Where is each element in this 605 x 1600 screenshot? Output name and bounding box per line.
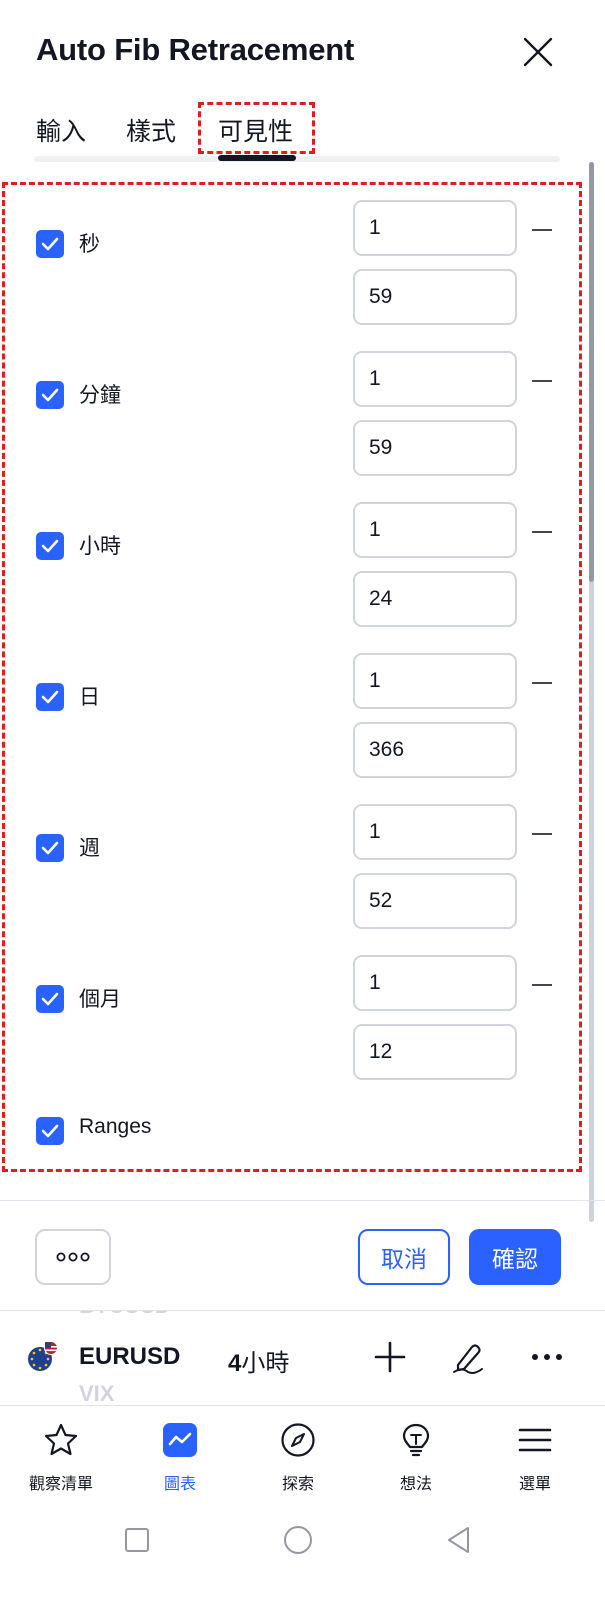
weeks-checkbox[interactable]: [36, 834, 64, 862]
nav-menu[interactable]: 選單: [485, 1414, 585, 1494]
dialog-header: Auto Fib Retracement: [0, 0, 605, 110]
tab-style[interactable]: 樣式: [126, 112, 176, 148]
ellipsis-icon: [56, 1252, 90, 1262]
nav-explore-label: 探索: [281, 1474, 314, 1493]
close-icon: [523, 37, 553, 67]
symbol-name[interactable]: EURUSD: [79, 1343, 180, 1371]
days-checkbox[interactable]: [36, 683, 64, 711]
seconds-checkbox[interactable]: [36, 230, 64, 258]
dialog-title: Auto Fib Retracement: [36, 32, 355, 67]
visibility-row-hours: 小時 1 24: [0, 502, 605, 632]
tab-track: [34, 156, 560, 162]
tab-inputs[interactable]: 輸入: [36, 112, 86, 148]
interval-number: 4: [228, 1350, 242, 1377]
days-to-input[interactable]: 366: [353, 722, 517, 778]
check-icon: [41, 237, 59, 251]
eu-us-flag-icon: [28, 1341, 58, 1371]
hours-label: 小時: [79, 534, 121, 558]
close-button[interactable]: [522, 36, 554, 68]
range-dash: [532, 682, 552, 684]
check-icon: [41, 539, 59, 553]
nav-watchlist[interactable]: 觀察清單: [11, 1414, 111, 1494]
ranges-label: Ranges: [79, 1115, 152, 1138]
ranges-checkbox[interactable]: [36, 1117, 64, 1145]
hours-to-input[interactable]: 24: [353, 571, 517, 627]
back-icon[interactable]: [443, 1524, 475, 1556]
chart-icon: [163, 1423, 197, 1457]
days-from-input[interactable]: 1: [353, 653, 517, 709]
check-icon: [41, 841, 59, 855]
check-icon: [41, 1124, 59, 1138]
interval-unit: 小時: [241, 1349, 290, 1377]
nav-chart-label: 圖表: [163, 1474, 196, 1493]
hamburger-menu-icon: [518, 1428, 552, 1452]
minutes-label: 分鐘: [79, 383, 121, 407]
months-label: 個月: [79, 987, 121, 1011]
range-dash: [532, 833, 552, 835]
nav-ideas-label: 想法: [399, 1474, 432, 1493]
more-horizontal-icon[interactable]: [529, 1339, 565, 1375]
check-icon: [41, 690, 59, 704]
nav-ideas[interactable]: 想法: [366, 1414, 466, 1494]
system-navigation-bar: [0, 1500, 605, 1600]
confirm-button[interactable]: 確認: [469, 1229, 561, 1285]
weeks-label: 週: [79, 836, 100, 860]
range-dash: [532, 380, 552, 382]
footer-divider: [0, 1200, 605, 1201]
home-icon[interactable]: [282, 1524, 314, 1556]
prev-symbol: BTCUSD: [79, 1311, 171, 1319]
visibility-row-minutes: 分鐘 1 59: [0, 351, 605, 481]
bottom-navigation: 觀察清單 圖表 探索 想法 選單: [0, 1405, 605, 1500]
hours-from-input[interactable]: 1: [353, 502, 517, 558]
hours-checkbox[interactable]: [36, 532, 64, 560]
check-icon: [41, 388, 59, 402]
months-checkbox[interactable]: [36, 985, 64, 1013]
months-to-input[interactable]: 12: [353, 1024, 517, 1080]
more-options-button[interactable]: [35, 1229, 111, 1285]
nav-menu-label: 選單: [518, 1474, 551, 1493]
add-plus-icon[interactable]: [372, 1339, 408, 1375]
days-label: 日: [79, 685, 100, 709]
visibility-row-seconds: 秒 1 59: [0, 200, 605, 330]
interval-selector[interactable]: 4小時: [228, 1343, 289, 1378]
range-dash: [532, 229, 552, 231]
check-icon: [41, 992, 59, 1006]
minutes-to-input[interactable]: 59: [353, 420, 517, 476]
visibility-row-months: 個月 1 12: [0, 955, 605, 1085]
tab-bar: 輸入 樣式 可見性: [34, 102, 560, 164]
months-from-input[interactable]: 1: [353, 955, 517, 1011]
weeks-from-input[interactable]: 1: [353, 804, 517, 860]
range-dash: [532, 984, 552, 986]
seconds-label: 秒: [79, 232, 100, 256]
next-symbol: VIX: [79, 1381, 115, 1405]
recent-apps-icon[interactable]: [121, 1524, 153, 1556]
tab-annotation-box: [198, 102, 315, 154]
nav-chart[interactable]: 圖表: [130, 1414, 230, 1494]
visibility-row-weeks: 週 1 52: [0, 804, 605, 934]
drawing-pen-icon[interactable]: [450, 1339, 486, 1375]
star-icon: [44, 1423, 78, 1456]
nav-watchlist-label: 觀察清單: [28, 1474, 93, 1493]
minutes-checkbox[interactable]: [36, 381, 64, 409]
range-dash: [532, 531, 552, 533]
active-tab-indicator: [218, 155, 296, 161]
minutes-from-input[interactable]: 1: [353, 351, 517, 407]
nav-explore[interactable]: 探索: [248, 1414, 348, 1494]
weeks-to-input[interactable]: 52: [353, 873, 517, 929]
cancel-button[interactable]: 取消: [358, 1229, 450, 1285]
visibility-row-days: 日 1 366: [0, 653, 605, 783]
seconds-to-input[interactable]: 59: [353, 269, 517, 325]
seconds-from-input[interactable]: 1: [353, 200, 517, 256]
visibility-row-ranges: Ranges: [0, 1087, 605, 1147]
compass-icon: [281, 1423, 315, 1457]
symbol-toolbar: BTCUSD VIX EURUSD 4小時: [0, 1310, 605, 1405]
lightbulb-icon: [402, 1423, 430, 1457]
